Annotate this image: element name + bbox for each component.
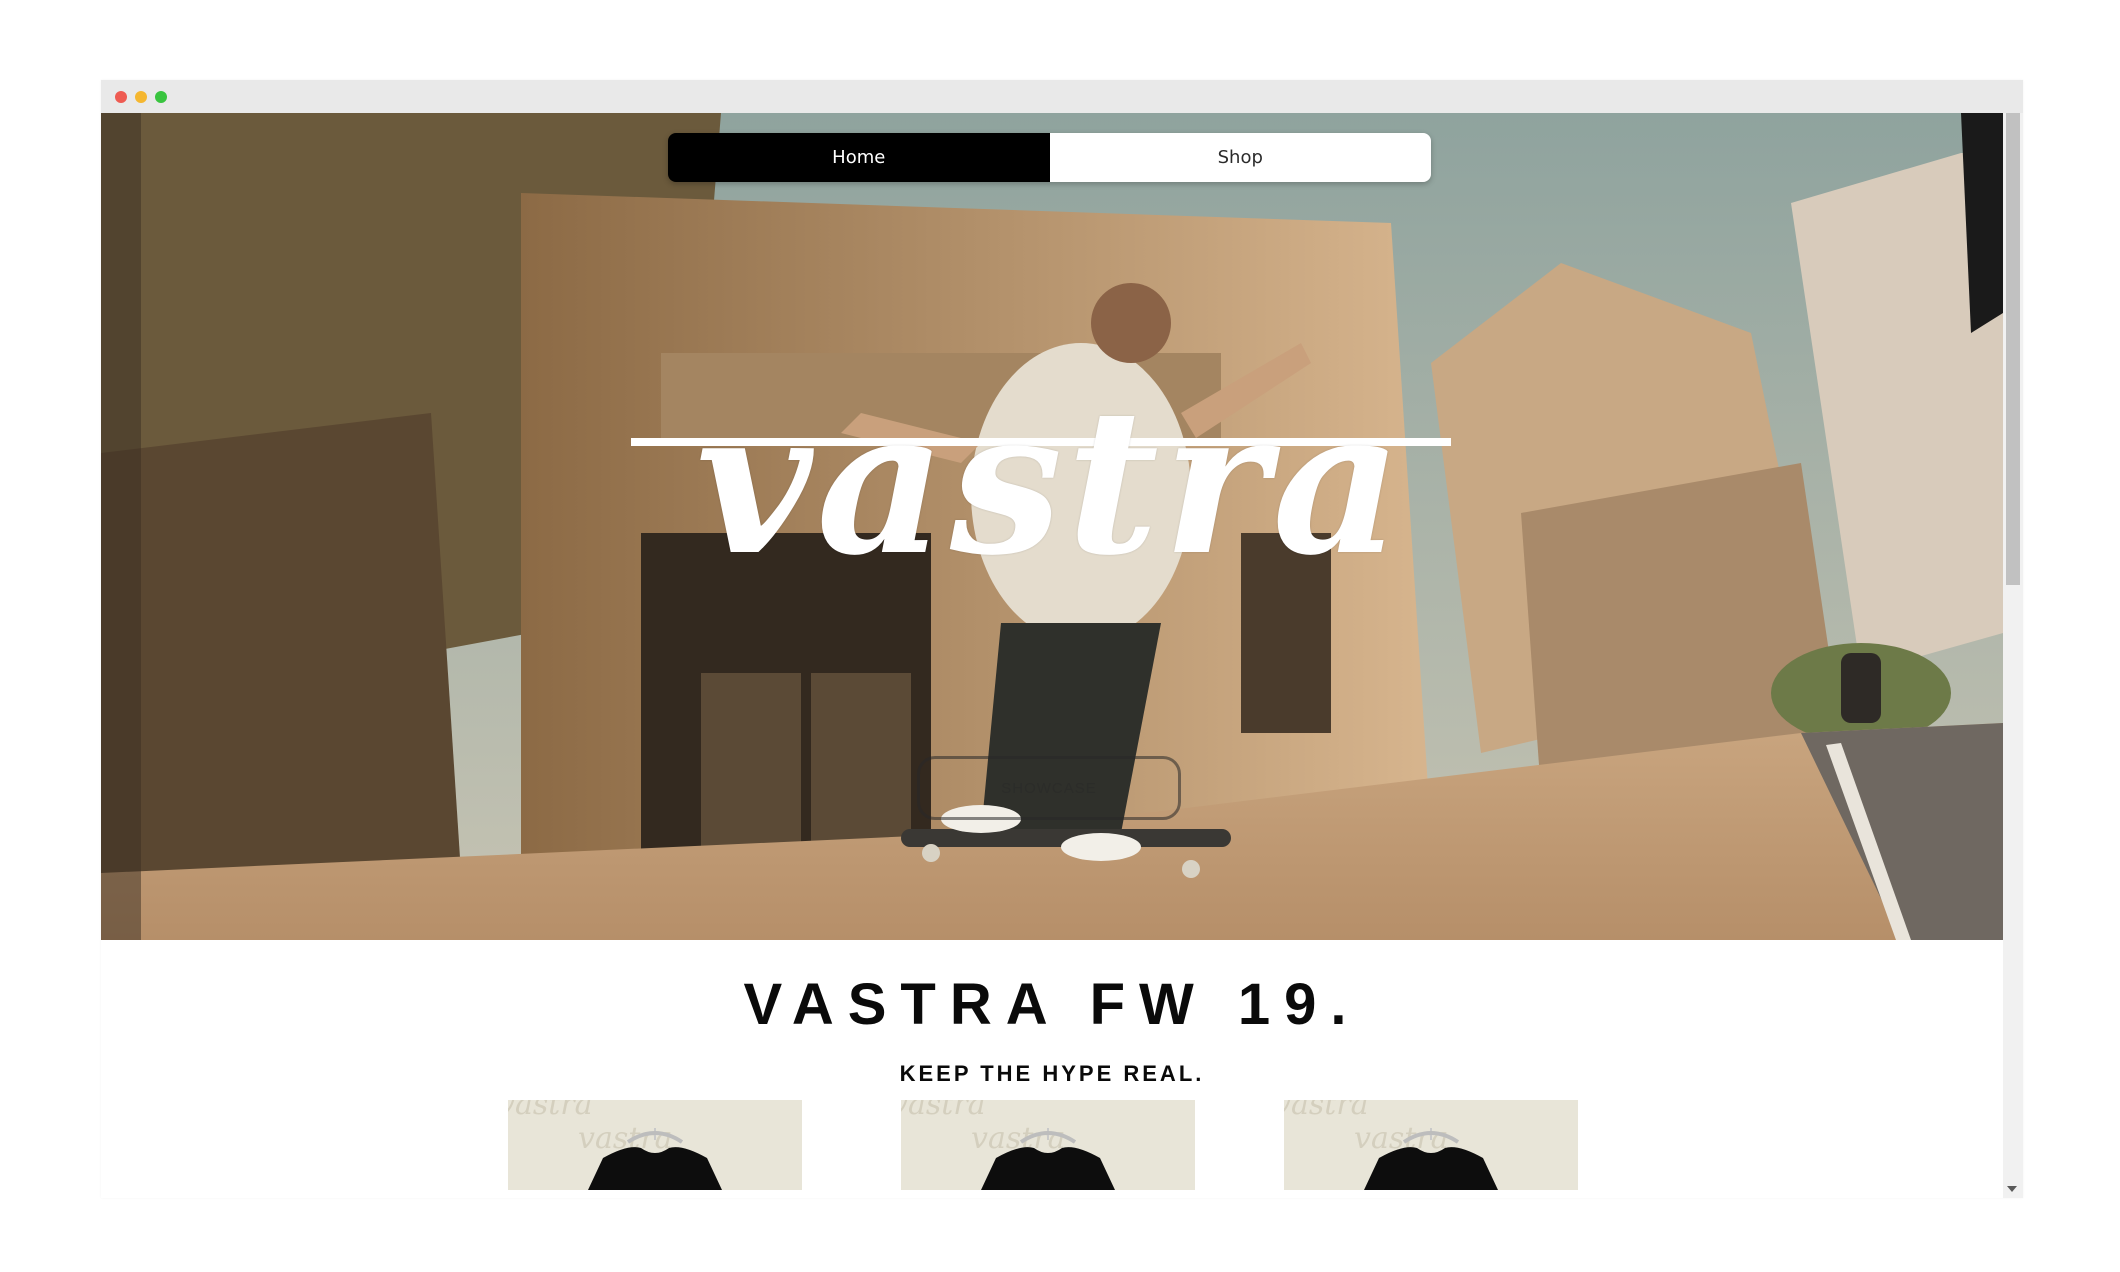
tshirt-image xyxy=(588,1128,722,1190)
collection-title: VASTRA FW 19. xyxy=(743,972,1361,1037)
tshirt-image xyxy=(981,1128,1115,1190)
vastra-logo: vastra xyxy=(621,383,1481,623)
scrollbar-thumb[interactable] xyxy=(2006,113,2020,585)
logo-text: vastra xyxy=(696,365,1406,600)
tab-shop[interactable]: Shop xyxy=(1049,133,1431,182)
minimize-window-button[interactable] xyxy=(135,91,147,103)
window-titlebar xyxy=(101,80,2023,113)
collection-tagline: KEEP THE HYPE REAL. xyxy=(899,1061,1205,1086)
showcase-button[interactable]: SHOWCASE xyxy=(917,756,1181,820)
product-card[interactable]: vastra vastra xyxy=(901,1100,1195,1190)
scroll-down-arrow-icon[interactable] xyxy=(2007,1186,2017,1192)
maximize-window-button[interactable] xyxy=(155,91,167,103)
page-viewport: Home Shop vastra SHOWCASE VASTRA FW 19. … xyxy=(101,113,2003,1198)
tshirt-image xyxy=(1364,1128,1498,1190)
product-card[interactable]: vastra vastra xyxy=(508,1100,802,1190)
close-window-button[interactable] xyxy=(115,91,127,103)
main-nav: Home Shop xyxy=(668,133,1431,182)
tab-home[interactable]: Home xyxy=(668,133,1050,182)
browser-window: Home Shop vastra SHOWCASE VASTRA FW 19. … xyxy=(101,80,2023,1198)
hero-section: Home Shop vastra SHOWCASE xyxy=(101,113,2003,940)
product-card[interactable]: vastra vastra xyxy=(1284,1100,1578,1190)
vertical-scrollbar[interactable] xyxy=(2003,113,2023,1198)
